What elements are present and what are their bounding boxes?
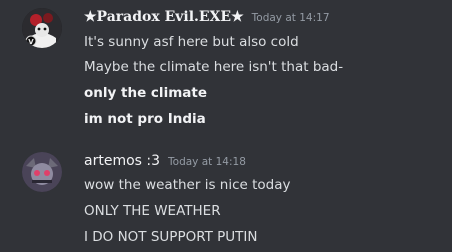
avatar[interactable]: [22, 152, 62, 192]
username[interactable]: artemos :3: [84, 153, 160, 169]
timestamp: Today at 14:18: [168, 156, 246, 168]
message-line: ONLY THE WEATHER: [84, 203, 221, 219]
message-group-artemos: artemos :3 Today at 14:18 wow the weathe…: [0, 0, 452, 252]
avatar-image: [22, 152, 62, 192]
message-header: artemos :3 Today at 14:18: [84, 153, 246, 173]
message-line: wow the weather is nice today: [84, 177, 291, 193]
message-line: I DO NOT SUPPORT PUTIN: [84, 229, 258, 245]
